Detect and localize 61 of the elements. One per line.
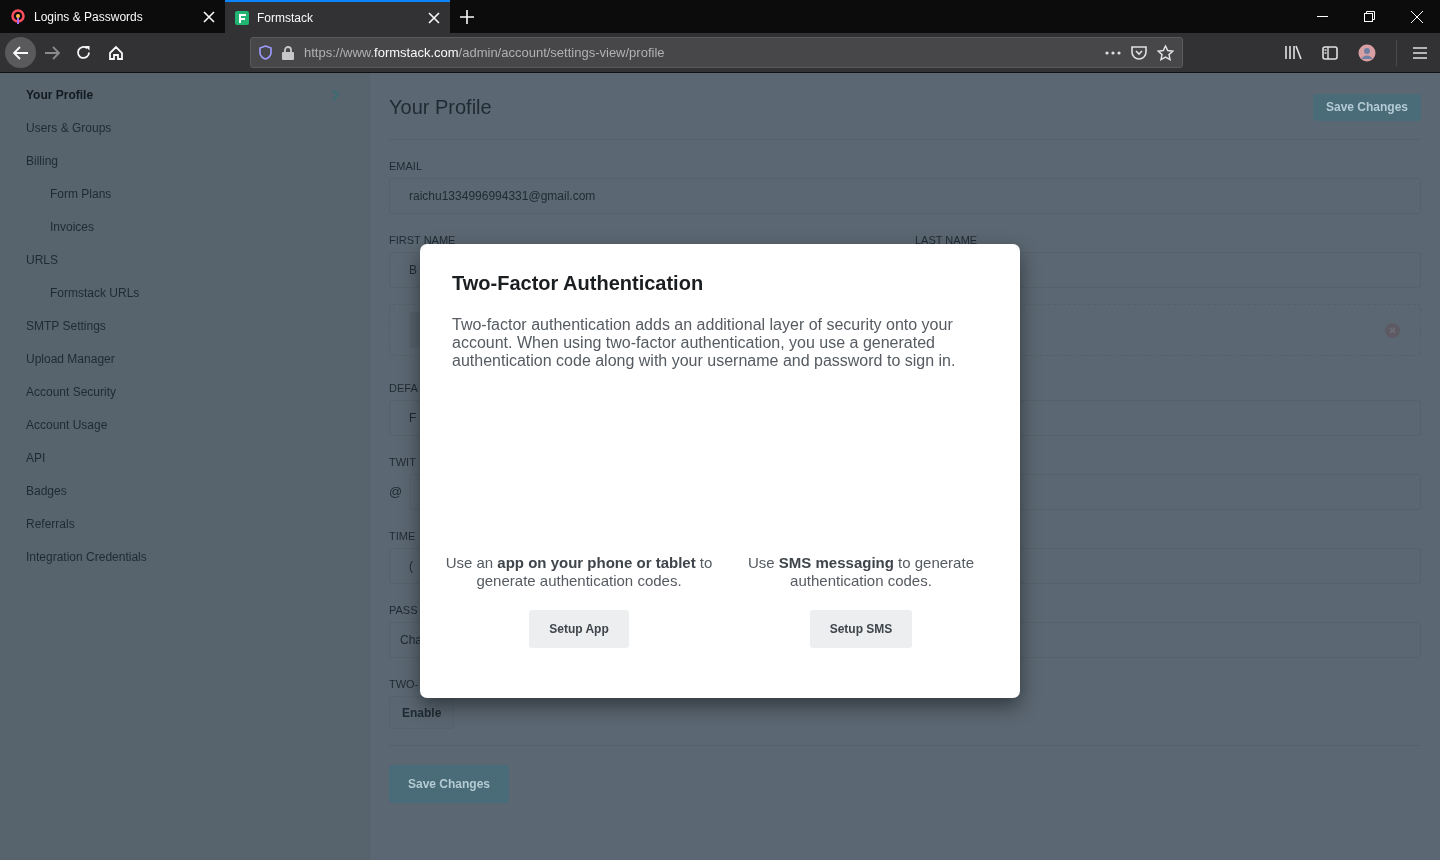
restore-icon[interactable] [1364, 11, 1375, 22]
field-label: FIRST NAME [389, 233, 456, 248]
save-changes-button[interactable]: Save Changes [1312, 93, 1421, 121]
back-arrow-icon [12, 45, 29, 60]
shield-icon [259, 45, 272, 60]
field-label: EMAIL [389, 159, 422, 174]
home-icon[interactable] [108, 44, 124, 61]
enable-button[interactable]: Enable [389, 696, 455, 729]
close-icon[interactable] [203, 10, 215, 23]
lock-icon [282, 45, 294, 60]
browser-tab[interactable]: Logins & Passwords [0, 0, 225, 33]
field-label: PASS [389, 603, 418, 618]
input-field[interactable]: raichu1334996994331@gmail.com [389, 178, 1421, 214]
key-logo-icon [10, 8, 26, 25]
sidebar-item[interactable]: SMTP Settings [0, 309, 369, 342]
formstack-logo-icon [235, 10, 249, 25]
sidebar-item[interactable]: Users & Groups [0, 111, 369, 144]
field-label: LAST NAME [915, 233, 978, 248]
at-sign: @ [389, 483, 403, 502]
sidebar-item[interactable]: Account Security [0, 375, 369, 408]
sidebar-item[interactable]: API [0, 441, 369, 474]
menu-icon[interactable] [1413, 46, 1427, 59]
sidebar-item[interactable]: Integration Credentials [0, 540, 369, 573]
sidebar-item[interactable]: Your Profile [0, 78, 369, 111]
back-button[interactable] [5, 37, 36, 68]
sidebar-item[interactable]: Upload Manager [0, 342, 369, 375]
account-avatar-icon[interactable] [1358, 43, 1376, 62]
pocket-icon[interactable] [1131, 45, 1147, 60]
forward-arrow-icon[interactable] [44, 45, 60, 60]
sidebar-icon[interactable] [1322, 45, 1338, 60]
setup-button[interactable]: Setup App [529, 610, 629, 648]
field-label: DEFA [389, 381, 418, 396]
library-icon[interactable] [1285, 45, 1302, 60]
sidebar-item[interactable]: Badges [0, 474, 369, 507]
save-changes-button[interactable]: Save Changes [389, 765, 510, 803]
new-tab-icon[interactable] [460, 9, 474, 24]
setup-button[interactable]: Setup SMS [809, 610, 913, 648]
reload-icon[interactable] [76, 45, 91, 60]
sidebar-item[interactable]: Billing [0, 144, 369, 177]
more-icon[interactable] [1105, 50, 1121, 55]
chevron-right-icon [331, 87, 341, 102]
page-title: Your Profile [389, 95, 492, 120]
url-text: https://www.formstack.com/admin/account/settings-view/profile [304, 43, 666, 62]
field-label: TIME [389, 529, 416, 544]
close-window-icon[interactable] [1411, 10, 1423, 23]
sidebar-item[interactable]: Form Plans [0, 177, 369, 210]
sidebar-item[interactable]: Formstack URLs [0, 276, 369, 309]
tab-title: Logins & Passwords [34, 8, 144, 26]
star-icon[interactable] [1157, 44, 1174, 61]
tab-title: Formstack [257, 9, 314, 27]
sidebar-item[interactable]: Invoices [0, 210, 369, 243]
modal-title: Two-Factor Authentication [452, 271, 705, 296]
modal-description: Two-factor authentication adds an additional layer of security onto your account. When using two-factor authentication, you use a generated authentication code along with your username and password to sign in. [452, 316, 957, 370]
browser-tab[interactable]: Formstack [225, 0, 450, 33]
address-bar[interactable]: https://www.formstack.com/admin/account/settings-view/profile [250, 37, 1183, 68]
sidebar-item[interactable]: Account Usage [0, 408, 369, 441]
field-label: TWIT [389, 455, 416, 470]
sidebar-item[interactable]: Referrals [0, 507, 369, 540]
close-icon[interactable] [428, 11, 440, 24]
field-label: TWO- [389, 677, 419, 692]
sidebar-item[interactable]: URLS [0, 243, 369, 276]
